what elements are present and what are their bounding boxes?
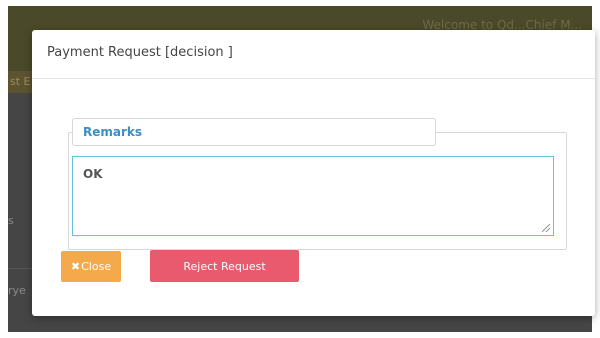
remarks-textarea[interactable]: OK [72, 156, 554, 236]
resize-grip-icon[interactable] [542, 224, 550, 232]
modal-title: Payment Request [decision ] [47, 45, 233, 60]
modal-header: Payment Request [decision ] [32, 30, 595, 79]
close-button[interactable]: ✖ Close [61, 251, 121, 282]
x-icon: ✖ [70, 260, 81, 273]
background-side-text: rye [8, 284, 26, 297]
remarks-value: OK [83, 167, 103, 181]
reject-request-label: Reject Request [183, 259, 266, 273]
payment-request-modal: Payment Request [decision ] Remarks OK ✖… [32, 30, 595, 316]
reject-request-button[interactable]: Reject Request [150, 250, 299, 282]
remarks-legend-label: Remarks [83, 125, 143, 139]
remarks-legend: Remarks [72, 118, 436, 146]
background-side-text: s [8, 214, 14, 227]
close-button-label: Close [81, 260, 112, 273]
